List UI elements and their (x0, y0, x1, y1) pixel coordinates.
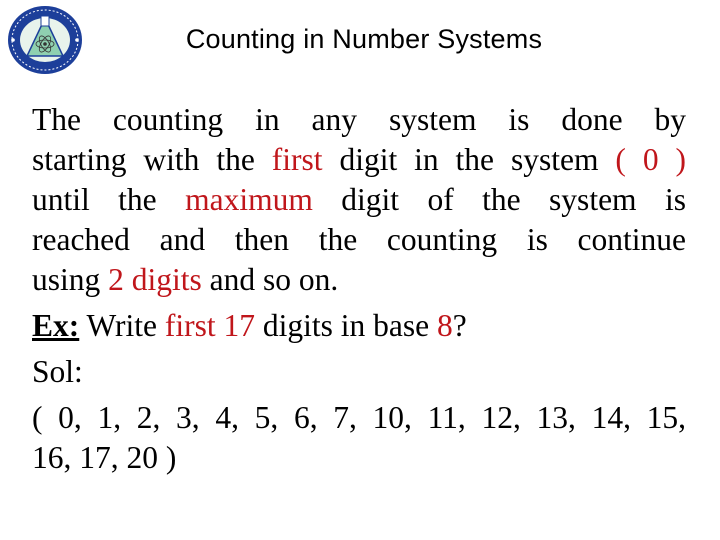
solution-label: Sol: (32, 354, 83, 389)
text: and so on. (201, 262, 339, 297)
paragraph-line: using 2 digits and so on. (32, 260, 686, 300)
text: Write (79, 308, 165, 343)
page-title: Counting in Number Systems (185, 24, 543, 54)
solution-line: 16, 17, 20 ) (32, 440, 177, 475)
example-label: Ex: (32, 308, 80, 343)
slide-body: The counting in any system is done by st… (32, 100, 686, 478)
paragraph-line: The counting in any system is done by (32, 102, 686, 137)
example-question: Ex: Write first 17 digits in base 8? (32, 306, 686, 346)
highlight-zero: ( 0 ) (615, 142, 686, 177)
highlight-first: first (271, 142, 323, 177)
text: digits in base (255, 308, 438, 343)
explanation-paragraph: The counting in any system is done by st… (32, 100, 686, 300)
highlight-2-digits: 2 digits (108, 262, 202, 297)
paragraph-line: starting with the first digit in the sys… (32, 140, 686, 180)
text: using (32, 262, 109, 297)
highlight-maximum: maximum (185, 182, 313, 217)
highlight-base-8: 8 (437, 308, 453, 343)
highlight-first-17: first 17 (164, 308, 256, 343)
text: until the (32, 182, 186, 217)
text: starting with the (32, 142, 272, 177)
paragraph-line: until the maximum digit of the system is (32, 180, 686, 220)
text: ? (452, 308, 467, 343)
paragraph-line: reached and then the counting is continu… (32, 222, 686, 257)
text: digit of the system is (312, 182, 686, 217)
text: digit in the system (322, 142, 616, 177)
solution-line: ( 0, 1, 2, 3, 4, 5, 6, 7, 10, 11, 12, 13… (32, 400, 686, 435)
